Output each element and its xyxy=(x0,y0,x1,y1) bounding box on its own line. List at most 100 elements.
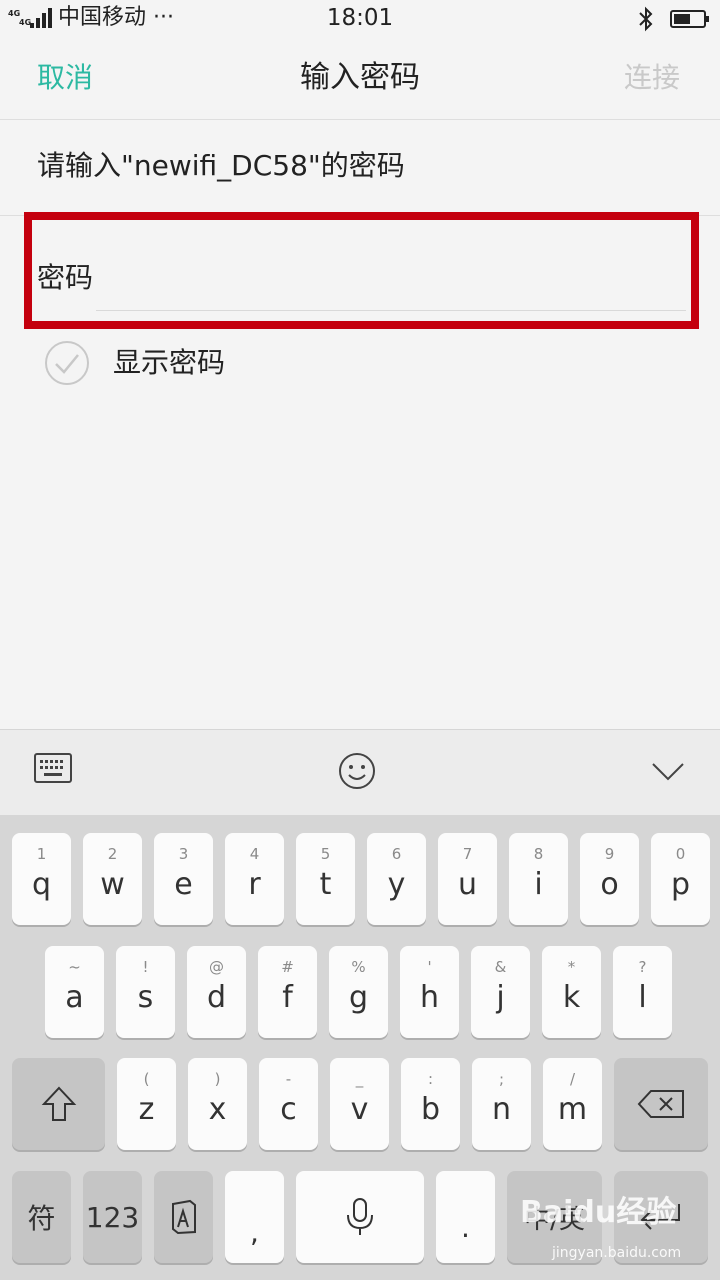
key-p[interactable]: 0p xyxy=(651,833,710,925)
page-title: 输入密码 xyxy=(300,60,420,95)
microphone-icon xyxy=(347,1198,373,1235)
key-secondary-label: 6 xyxy=(391,845,402,863)
key-q[interactable]: 1q xyxy=(12,833,71,925)
key-secondary-label: - xyxy=(285,1070,292,1088)
key-label: t xyxy=(319,867,332,902)
key-f[interactable]: # f xyxy=(258,946,317,1038)
key-label: e xyxy=(174,867,193,902)
carrier-name: 中国移动 xyxy=(58,5,147,30)
key-o[interactable]: 9o xyxy=(580,833,639,925)
key-label: . xyxy=(461,1210,470,1244)
key-label: , xyxy=(250,1215,259,1249)
key-label: n xyxy=(491,1092,511,1127)
key-e[interactable]: 3e xyxy=(154,833,213,925)
key-secondary-label: ' xyxy=(427,958,432,976)
key-label: j xyxy=(496,980,505,1015)
bluetooth-icon xyxy=(639,6,653,32)
key-secondary-label: 9 xyxy=(604,845,615,863)
key-secondary-label: ( xyxy=(143,1070,150,1088)
backspace-key[interactable] xyxy=(614,1058,708,1150)
key-secondary-label: # xyxy=(281,958,294,976)
key-label: b xyxy=(420,1092,441,1127)
space-voice-key[interactable] xyxy=(296,1171,424,1263)
key-label: m xyxy=(557,1092,588,1127)
key-label: o xyxy=(600,867,619,902)
key-i[interactable]: 8i xyxy=(509,833,568,925)
key-a[interactable]: ~ a xyxy=(45,946,104,1038)
key-b[interactable]: :b xyxy=(401,1058,460,1150)
key-g[interactable]: % g xyxy=(329,946,388,1038)
key-v[interactable]: _ v xyxy=(330,1058,389,1150)
dialog-header: 取消 输入密码 连接 xyxy=(0,38,720,118)
key-label: v xyxy=(350,1092,369,1127)
symbol-key[interactable]: 符 xyxy=(12,1171,71,1263)
key-m[interactable]: / m xyxy=(543,1058,602,1150)
keyboard-icon[interactable] xyxy=(34,752,72,784)
backspace-icon xyxy=(637,1090,684,1118)
key-z[interactable]: (z xyxy=(117,1058,176,1150)
key-w[interactable]: 2w xyxy=(83,833,142,925)
key-label: l xyxy=(638,980,647,1015)
key-label: w xyxy=(100,867,125,902)
key-t[interactable]: 5t xyxy=(296,833,355,925)
watermark-url: jingyan.baidu.com xyxy=(552,1245,682,1261)
comma-key[interactable]: , xyxy=(225,1171,284,1263)
key-s[interactable]: ! s xyxy=(116,946,175,1038)
key-secondary-label: : xyxy=(427,1070,434,1088)
period-key[interactable]: . xyxy=(436,1171,495,1263)
key-label: r xyxy=(248,867,261,902)
key-y[interactable]: 6y xyxy=(367,833,426,925)
divider xyxy=(0,119,720,120)
signal-indicator: 4G 4G xyxy=(8,6,54,30)
key-label: p xyxy=(670,867,691,902)
shift-key[interactable] xyxy=(12,1058,105,1150)
key-r[interactable]: 4r xyxy=(225,833,284,925)
handwriting-icon xyxy=(171,1199,196,1235)
key-secondary-label: 0 xyxy=(675,845,686,863)
password-label: 密码 xyxy=(37,261,94,294)
key-h[interactable]: ' h xyxy=(400,946,459,1038)
key-u[interactable]: 7u xyxy=(438,833,497,925)
key-secondary-label: ~ xyxy=(68,958,81,976)
key-label: 符 xyxy=(27,1202,56,1235)
key-secondary-label: 7 xyxy=(462,845,473,863)
collapse-chevron-icon[interactable] xyxy=(651,762,685,782)
key-secondary-label: 2 xyxy=(107,845,118,863)
more-dots: ··· xyxy=(153,5,174,30)
key-label: k xyxy=(562,980,581,1015)
key-secondary-label: & xyxy=(494,958,507,976)
key-label: q xyxy=(31,867,52,902)
clock: 18:01 xyxy=(326,5,394,31)
battery-icon xyxy=(670,10,709,28)
show-password-label: 显示密码 xyxy=(113,346,226,379)
key-l[interactable]: ? l xyxy=(613,946,672,1038)
checkbox-icon[interactable] xyxy=(44,340,90,386)
network-type-label: 4G xyxy=(8,9,21,18)
key-x[interactable]: ) x xyxy=(188,1058,247,1150)
key-label: f xyxy=(282,980,293,1015)
key-k[interactable]: * k xyxy=(542,946,601,1038)
key-secondary-label: * xyxy=(567,958,576,976)
key-c[interactable]: -c xyxy=(259,1058,318,1150)
key-label: g xyxy=(348,980,369,1015)
key-d[interactable]: @ d xyxy=(187,946,246,1038)
keyboard-toolbar xyxy=(0,729,720,815)
key-j[interactable]: & j xyxy=(471,946,530,1038)
password-input[interactable] xyxy=(96,255,686,311)
emoji-icon[interactable] xyxy=(338,752,376,790)
numbers-key[interactable]: 123 xyxy=(83,1171,142,1263)
watermark-logo: Baidu经验 xyxy=(520,1195,677,1230)
key-label: y xyxy=(387,867,406,902)
key-label: i xyxy=(534,867,543,902)
key-secondary-label: 4 xyxy=(249,845,260,863)
connect-button[interactable]: 连接 xyxy=(624,60,680,96)
key-label: z xyxy=(138,1092,155,1127)
key-secondary-label: 3 xyxy=(178,845,189,863)
shift-icon xyxy=(41,1086,76,1121)
key-secondary-label: @ xyxy=(209,958,224,976)
handwriting-key[interactable] xyxy=(154,1171,213,1263)
status-bar: 4G 4G 中国移动 ··· 18:01 xyxy=(0,0,720,38)
key-secondary-label: 8 xyxy=(533,845,544,863)
key-n[interactable]: ; n xyxy=(472,1058,531,1150)
password-prompt: 请输入"newifi_DC58"的密码 xyxy=(37,149,405,182)
